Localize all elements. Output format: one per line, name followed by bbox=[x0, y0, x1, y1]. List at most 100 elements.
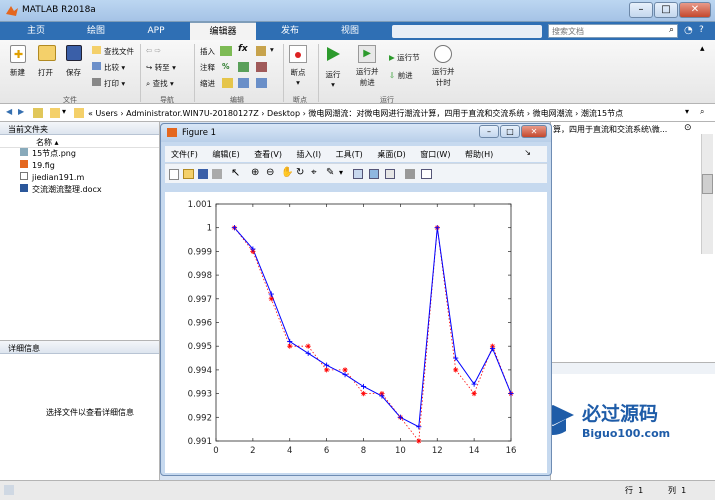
collapse-ribbon-icon[interactable]: ▴ bbox=[700, 44, 705, 54]
back-forward-buttons[interactable]: ⇦ ⇨ bbox=[146, 46, 161, 55]
tab-view[interactable]: 视图 bbox=[322, 22, 378, 40]
run-advance-button[interactable]: ▶ 运行并 前进 bbox=[356, 45, 379, 88]
link-plot-icon[interactable] bbox=[353, 169, 363, 179]
search-input[interactable] bbox=[549, 25, 659, 37]
figure-minimize-button[interactable]: – bbox=[479, 125, 499, 138]
indent-button[interactable]: 缩进 bbox=[200, 78, 215, 89]
print-button[interactable]: 打印 ▾ bbox=[92, 78, 125, 89]
increase-indent-icon[interactable] bbox=[238, 78, 249, 88]
insert-button[interactable]: 插入 bbox=[200, 46, 215, 57]
workspace-header bbox=[551, 362, 715, 374]
figure-maximize-button[interactable]: □ bbox=[500, 125, 520, 138]
advance-button[interactable]: ⇩ 前进 bbox=[389, 70, 413, 81]
current-path[interactable]: « Users › Administrator.WIN7U-20180127Z … bbox=[88, 108, 683, 119]
menu-desktop[interactable]: 桌面(D) bbox=[377, 150, 405, 159]
rotate-3d-icon[interactable]: ↻ bbox=[296, 167, 304, 178]
legend-icon[interactable] bbox=[385, 169, 395, 179]
show-tools-icon[interactable] bbox=[421, 169, 432, 179]
forward-arrow-icon[interactable]: ▶ bbox=[18, 107, 24, 116]
menu-view[interactable]: 查看(V) bbox=[254, 150, 282, 159]
fx-button[interactable]: fx bbox=[238, 44, 248, 54]
maximize-button[interactable]: □ bbox=[654, 2, 678, 18]
list-item[interactable]: 交流潮流整理.docx bbox=[20, 184, 159, 196]
insert-section-icon[interactable] bbox=[220, 46, 232, 56]
menu-edit[interactable]: 编辑(E) bbox=[212, 150, 239, 159]
back-arrow-icon[interactable]: ◀ bbox=[6, 107, 12, 116]
browse-folder-icon[interactable] bbox=[50, 108, 60, 118]
line-chart: 0 2 4 6 8 10 12 14 16 0.991 0.992 0.993 0.994 0.995 0.… bbox=[188, 200, 517, 456]
scrollbar-thumb[interactable] bbox=[702, 174, 713, 194]
brush-dropdown-icon[interactable]: ▾ bbox=[339, 168, 343, 177]
figure-close-button[interactable]: ✕ bbox=[521, 125, 547, 138]
zoom-in-icon[interactable]: ⊕ bbox=[251, 167, 259, 178]
brush-icon[interactable]: ✎ bbox=[326, 167, 334, 178]
community-icon[interactable]: ◔ bbox=[684, 25, 696, 37]
close-button[interactable]: ✕ bbox=[679, 2, 711, 18]
list-item[interactable]: 19.fig bbox=[20, 160, 159, 172]
insert-dropdown-icon[interactable]: ▾ bbox=[270, 45, 274, 54]
menu-dock-icon[interactable]: ↘ bbox=[524, 148, 531, 157]
comment-pct-icon[interactable]: % bbox=[222, 62, 230, 71]
menu-insert[interactable]: 插入(I) bbox=[297, 150, 322, 159]
row-label: 行 bbox=[625, 486, 633, 495]
panel-menu-icon[interactable]: ⊙ bbox=[684, 123, 692, 133]
row-indicator: 行 1 bbox=[625, 485, 643, 496]
new-figure-icon[interactable] bbox=[169, 169, 179, 180]
print-figure-icon[interactable] bbox=[212, 169, 222, 179]
find-files-button[interactable]: 查找文件 bbox=[92, 46, 134, 57]
tab-publish[interactable]: 发布 bbox=[262, 22, 318, 40]
run-and-time-button[interactable]: 运行并 计时 bbox=[432, 45, 455, 88]
save-figure-icon[interactable] bbox=[198, 169, 208, 179]
search-folder-icon[interactable]: ⌕ bbox=[700, 107, 704, 117]
wrap-icon[interactable] bbox=[256, 62, 267, 72]
menu-help[interactable]: 帮助(H) bbox=[465, 150, 493, 159]
list-item[interactable]: jiedian191.m bbox=[20, 172, 159, 184]
compare-label: 比较 bbox=[104, 63, 119, 72]
menu-tools[interactable]: 工具(T) bbox=[336, 150, 363, 159]
editor-ribbon: ✚ 新建 打开 保存 查找文件 比较 ▾ 打印 ▾ 文件 ⇦ ⇨ ↪ 转至 ▾ … bbox=[0, 40, 715, 104]
column-header-name[interactable]: 名称 ▴ bbox=[0, 135, 159, 148]
tab-editor[interactable]: 编辑器 bbox=[190, 22, 256, 40]
ribbon-separator bbox=[318, 44, 319, 102]
find-button[interactable]: ⌕ 查找 ▾ bbox=[146, 78, 174, 89]
open-file-icon[interactable] bbox=[183, 169, 194, 179]
tab-home[interactable]: 主页 bbox=[8, 22, 64, 40]
pointer-icon[interactable]: ↖ bbox=[231, 166, 240, 179]
comment-button[interactable]: 注释 bbox=[200, 62, 215, 73]
hide-tools-icon[interactable] bbox=[405, 169, 415, 179]
address-dropdown-icon[interactable]: ▾ bbox=[62, 107, 66, 116]
decrease-indent-icon[interactable] bbox=[256, 78, 267, 88]
menu-window[interactable]: 窗口(W) bbox=[420, 150, 450, 159]
search-icon[interactable]: ⌕ bbox=[669, 25, 674, 35]
data-cursor-icon[interactable]: ⌖ bbox=[311, 167, 317, 178]
column-name-label: 名称 bbox=[36, 138, 52, 147]
smart-indent-icon[interactable] bbox=[222, 78, 233, 88]
search-box[interactable]: ⌕ bbox=[548, 24, 678, 38]
zoom-out-icon[interactable]: ⊖ bbox=[266, 167, 274, 178]
pan-hand-icon[interactable]: ✋ bbox=[281, 167, 293, 178]
help-icon[interactable]: ? bbox=[699, 25, 711, 37]
new-button[interactable]: ✚ 新建 bbox=[10, 45, 26, 78]
up-folder-icon[interactable] bbox=[33, 108, 43, 118]
tab-apps[interactable]: APP bbox=[128, 22, 184, 40]
tab-plots[interactable]: 绘图 bbox=[68, 22, 124, 40]
goto-icon: ↪ bbox=[146, 63, 153, 72]
uncomment-icon[interactable] bbox=[238, 62, 249, 72]
breakpoints-button[interactable]: 断点 ▾ bbox=[289, 45, 307, 87]
open-button[interactable]: 打开 bbox=[38, 45, 56, 78]
quick-access-toolbar[interactable] bbox=[392, 25, 542, 38]
run-section-button[interactable]: ▶ 运行节 bbox=[389, 52, 420, 63]
minimize-button[interactable]: – bbox=[629, 2, 653, 18]
goto-button[interactable]: ↪ 转至 ▾ bbox=[146, 62, 176, 73]
compare-button[interactable]: 比较 ▾ bbox=[92, 62, 125, 73]
menu-file[interactable]: 文件(F) bbox=[171, 150, 198, 159]
path-dropdown-icon[interactable]: ▾ bbox=[685, 107, 689, 116]
vertical-scrollbar[interactable] bbox=[701, 134, 713, 254]
insert-fn-icon[interactable] bbox=[256, 46, 266, 56]
run-button[interactable]: 运行 ▾ bbox=[324, 45, 342, 89]
y-tick-label: 0.998 bbox=[188, 271, 212, 281]
list-item[interactable]: 15节点.png bbox=[20, 148, 159, 160]
plot-area[interactable]: 0 2 4 6 8 10 12 14 16 0.991 0.992 0.993 0.994 0.995 0.… bbox=[165, 192, 547, 473]
save-button[interactable]: 保存 bbox=[66, 45, 82, 78]
colorbar-icon[interactable] bbox=[369, 169, 379, 179]
